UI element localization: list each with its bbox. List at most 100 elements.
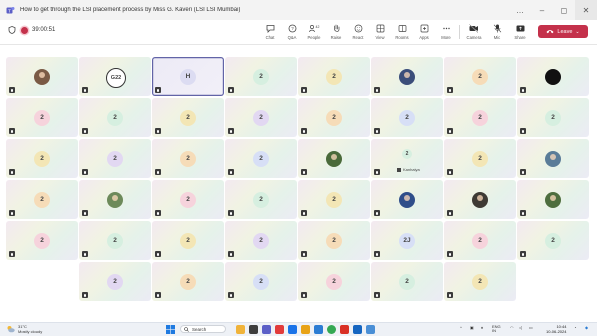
participant-tile[interactable]: 2 xyxy=(225,139,297,178)
participant-tile[interactable]: 2 xyxy=(298,180,370,219)
wifi-icon[interactable]: ◠ xyxy=(510,325,514,330)
more-options-button[interactable]: … xyxy=(509,0,531,20)
participant-tile[interactable] xyxy=(444,180,516,219)
system-clock[interactable]: 10:44 10-06-2024 xyxy=(546,324,566,334)
participant-tile[interactable] xyxy=(6,57,78,96)
weather-widget[interactable]: 31°C Mostly cloudy xyxy=(6,324,42,334)
participant-tile[interactable] xyxy=(517,180,589,219)
widgets-app-icon[interactable] xyxy=(236,325,245,334)
chrome-browser-icon[interactable] xyxy=(327,325,336,334)
app-blue-icon[interactable] xyxy=(366,325,375,334)
battery-icon[interactable]: ▭ xyxy=(529,325,533,330)
chat-button[interactable]: Chat xyxy=(260,23,280,40)
windows-start-icon[interactable] xyxy=(166,325,175,334)
camera-button[interactable]: Camera xyxy=(464,23,484,40)
apps-button[interactable]: Apps xyxy=(414,23,434,40)
participant-tile[interactable]: 2 xyxy=(6,221,78,260)
mic-muted-icon xyxy=(82,251,88,257)
participant-tile[interactable]: 2 xyxy=(444,262,516,301)
tray-app-icon[interactable]: ▣ xyxy=(470,325,474,330)
mic-muted-icon xyxy=(228,169,234,175)
people-button[interactable]: 42 People xyxy=(304,23,324,40)
participant-tile[interactable]: 2 xyxy=(298,98,370,137)
react-button[interactable]: React xyxy=(348,23,368,40)
edge-browser-icon[interactable] xyxy=(314,325,323,334)
maximize-button[interactable]: ◻ xyxy=(553,0,575,20)
participant-tile[interactable] xyxy=(298,139,370,178)
participant-tile[interactable]: 2 xyxy=(517,221,589,260)
participant-tile[interactable]: 2 xyxy=(517,98,589,137)
participant-tile[interactable]: 2 xyxy=(225,98,297,137)
participant-tile[interactable]: 2 xyxy=(152,98,224,137)
mic-button[interactable]: Mic xyxy=(487,23,507,40)
copilot-icon[interactable]: ◆ xyxy=(585,325,588,330)
participant-tile[interactable]: 2 xyxy=(298,221,370,260)
participant-tile[interactable]: 2 xyxy=(79,98,151,137)
participant-photo xyxy=(399,68,415,85)
participant-tile[interactable]: H xyxy=(152,57,224,96)
react-label: React xyxy=(352,35,364,40)
leave-button[interactable]: Leave ⌄ xyxy=(538,25,588,38)
file-explorer-icon[interactable] xyxy=(301,325,310,334)
teams-app-icon[interactable] xyxy=(262,325,271,334)
participant-tile[interactable]: 2 xyxy=(152,221,224,260)
participant-tile[interactable]: 2 xyxy=(152,180,224,219)
participant-tile[interactable]: 2 Kanhaiya xyxy=(371,139,443,178)
rooms-button[interactable]: Rooms xyxy=(392,23,412,40)
search-icon xyxy=(184,326,189,332)
person-silhouette-icon xyxy=(550,195,556,201)
share-button[interactable]: Share xyxy=(510,23,530,40)
participant-tile[interactable]: 2 xyxy=(6,98,78,137)
participant-tile[interactable]: 2 xyxy=(79,139,151,178)
store-app-icon[interactable] xyxy=(353,325,362,334)
participant-tile[interactable] xyxy=(517,139,589,178)
tray-mic-icon[interactable]: ♦ xyxy=(481,325,483,330)
participant-tile[interactable]: 2 xyxy=(371,98,443,137)
taskbar-search[interactable]: Search xyxy=(180,325,226,333)
participant-tile[interactable]: G22 xyxy=(79,57,151,96)
empty-tile xyxy=(517,262,589,301)
close-button[interactable]: ✕ xyxy=(575,0,597,20)
app-red-icon[interactable] xyxy=(275,325,284,334)
participant-tile[interactable]: 2 xyxy=(444,139,516,178)
more-button[interactable]: More xyxy=(436,23,456,40)
participant-tile[interactable]: 2J xyxy=(371,221,443,260)
tray-overflow-icon[interactable]: ^ xyxy=(460,325,462,330)
participant-tile[interactable]: 2 xyxy=(225,180,297,219)
participant-tile[interactable]: 2 xyxy=(444,98,516,137)
participant-tile[interactable]: 2 xyxy=(298,57,370,96)
participant-tile[interactable]: 2 xyxy=(152,139,224,178)
participant-tile[interactable]: 2 xyxy=(444,57,516,96)
participant-tile[interactable]: 2 xyxy=(371,262,443,301)
participant-tile[interactable] xyxy=(371,180,443,219)
volume-icon[interactable]: ◁ xyxy=(519,325,522,330)
mail-app-icon[interactable] xyxy=(288,325,297,334)
participant-tile[interactable] xyxy=(517,57,589,96)
language-indicator[interactable]: ENG IN xyxy=(492,325,501,333)
participant-photo xyxy=(545,191,561,208)
camera-label: Camera xyxy=(466,35,482,40)
participant-tile[interactable]: 2 xyxy=(225,221,297,260)
participant-tile[interactable] xyxy=(79,180,151,219)
participant-tile[interactable]: 2 xyxy=(152,262,224,301)
participant-initials: 2 xyxy=(472,150,488,167)
participant-tile[interactable]: 2 xyxy=(79,262,151,301)
participant-tile[interactable]: 2 xyxy=(6,139,78,178)
app-orange-icon[interactable] xyxy=(340,325,349,334)
meeting-timer: 39:00:51 xyxy=(32,27,56,33)
participant-tile[interactable]: 2 xyxy=(298,262,370,301)
mic-muted-icon xyxy=(520,210,526,216)
view-button[interactable]: View xyxy=(370,23,390,40)
participant-tile[interactable]: 2 xyxy=(225,262,297,301)
participant-tile[interactable]: 2 xyxy=(79,221,151,260)
minimize-button[interactable]: – xyxy=(531,0,553,20)
qa-button[interactable]: ? Q&A xyxy=(282,23,302,40)
mic-muted-icon xyxy=(301,87,307,93)
participant-tile[interactable]: 2 xyxy=(6,180,78,219)
notification-icon[interactable]: ◔ xyxy=(574,325,576,330)
participant-tile[interactable]: 2 xyxy=(225,57,297,96)
task-view-icon[interactable] xyxy=(249,325,258,334)
participant-tile[interactable] xyxy=(371,57,443,96)
participant-tile[interactable]: 2 xyxy=(444,221,516,260)
raise-hand-button[interactable]: Raise xyxy=(326,23,346,40)
